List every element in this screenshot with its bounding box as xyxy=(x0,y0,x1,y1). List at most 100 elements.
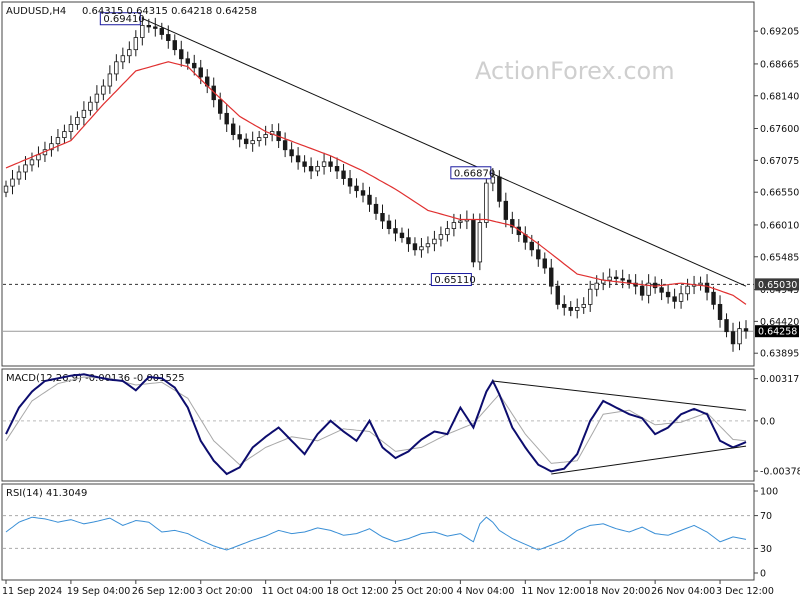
time-tick-label: 26 Nov 04:00 xyxy=(651,586,715,597)
time-tick-label: 4 Nov 04:00 xyxy=(456,586,514,597)
candle-body xyxy=(250,140,255,145)
macd-y-tick-label: -0.00378 xyxy=(760,467,800,478)
candle-body xyxy=(36,154,41,161)
candle-body xyxy=(393,228,398,234)
price-annotation-label: 0.66870 xyxy=(454,168,495,179)
candle-body xyxy=(127,49,132,57)
time-tick-label: 3 Dec 12:00 xyxy=(716,586,774,597)
candle-body xyxy=(549,267,554,287)
candle-body xyxy=(386,220,392,229)
candle-body xyxy=(399,232,405,239)
rsi-y-tick-label: 30 xyxy=(760,544,772,555)
candle-body xyxy=(347,178,353,187)
candle-body xyxy=(29,159,35,166)
candle-body xyxy=(230,123,236,135)
candle-body xyxy=(302,161,307,167)
candle-body xyxy=(724,319,729,333)
candle-body xyxy=(295,155,301,163)
time-tick-label: 3 Oct 20:00 xyxy=(197,586,253,597)
candle-body xyxy=(568,307,573,311)
rsi-y-tick-label: 100 xyxy=(760,487,778,498)
price-y-tick-label: 0.68140 xyxy=(760,91,799,102)
candle-body xyxy=(588,288,593,305)
macd-y-tick-label: 0.0 xyxy=(760,416,775,427)
candle-body xyxy=(497,176,502,202)
candle-body xyxy=(685,285,690,295)
candle-body xyxy=(503,200,509,220)
candle-body xyxy=(542,258,547,269)
candle-body xyxy=(185,58,190,64)
price-y-tick-label: 0.67075 xyxy=(760,156,799,167)
candle-body xyxy=(380,213,385,222)
candle-body xyxy=(425,243,431,248)
candle-body xyxy=(743,328,749,332)
candle-body xyxy=(16,171,22,180)
price-y-tick-label: 0.63895 xyxy=(760,349,799,360)
candle-body xyxy=(373,203,379,214)
candle-body xyxy=(477,222,483,263)
candle-body xyxy=(730,331,736,345)
price-y-tick-label: 0.68665 xyxy=(760,59,799,70)
candle-body xyxy=(445,228,450,236)
candle-body xyxy=(55,137,61,145)
candle-body xyxy=(133,37,139,51)
rsi-y-tick-label: 70 xyxy=(760,511,772,522)
candle-body xyxy=(717,303,723,320)
candle-body xyxy=(153,26,158,29)
time-tick-label: 18 Nov 20:00 xyxy=(586,586,650,597)
candle-body xyxy=(224,112,229,125)
candle-body xyxy=(354,185,359,192)
time-tick-label: 11 Oct 04:00 xyxy=(262,586,324,597)
candle-body xyxy=(607,276,612,281)
candle-body xyxy=(218,99,223,114)
price-annotation-label: 0.65110 xyxy=(434,275,475,286)
price-y-tick-label: 0.66010 xyxy=(760,220,799,231)
price-y-tick-label: 0.69205 xyxy=(760,27,799,38)
candle-body xyxy=(360,190,366,196)
price-badge-label: 0.64258 xyxy=(758,327,797,338)
candle-body xyxy=(529,241,534,251)
candle-body xyxy=(328,161,333,167)
time-tick-label: 11 Sep 2024 xyxy=(2,586,62,597)
candle-body xyxy=(62,131,67,139)
candle-body xyxy=(575,307,580,311)
candle-body xyxy=(562,303,567,308)
candle-body xyxy=(308,166,314,172)
forex-chart: ActionForex.com 0.69205 0.68665 0.68140 0.6… xyxy=(0,0,800,600)
candle-body xyxy=(484,182,489,223)
candle-body xyxy=(438,234,444,240)
candle-body xyxy=(289,149,294,157)
candle-body xyxy=(68,124,74,132)
candle-body xyxy=(432,238,437,245)
candle-body xyxy=(256,137,262,142)
candle-body xyxy=(613,276,619,280)
candle-body xyxy=(536,249,541,260)
candle-body xyxy=(406,237,411,245)
candle-body xyxy=(107,73,113,87)
time-tick-label: 26 Sep 12:00 xyxy=(132,586,195,597)
candle-body xyxy=(711,291,716,305)
candle-body xyxy=(282,140,288,151)
candle-body xyxy=(737,328,742,345)
candle-body xyxy=(704,282,710,293)
time-tick-label: 18 Oct 12:00 xyxy=(327,586,389,597)
candle-body xyxy=(672,296,677,302)
candle-body xyxy=(172,40,177,51)
watermark: ActionForex.com xyxy=(475,57,675,85)
candle-body xyxy=(321,161,327,167)
price-y-tick-label: 0.67600 xyxy=(760,124,799,135)
candle-body xyxy=(419,246,424,251)
time-tick-label: 11 Nov 12:00 xyxy=(521,586,585,597)
candle-body xyxy=(75,116,80,125)
candle-body xyxy=(659,287,664,293)
price-badge-label: 0.65030 xyxy=(758,280,797,291)
candle-body xyxy=(367,194,372,205)
candle-body xyxy=(678,293,684,302)
candle-body xyxy=(698,282,703,286)
candle-body xyxy=(555,285,560,305)
candle-body xyxy=(166,34,171,41)
symbol-label: AUDUSD,H4 xyxy=(6,6,66,17)
candle-body xyxy=(652,282,658,289)
candle-body xyxy=(114,61,119,75)
candle-body xyxy=(334,166,340,172)
